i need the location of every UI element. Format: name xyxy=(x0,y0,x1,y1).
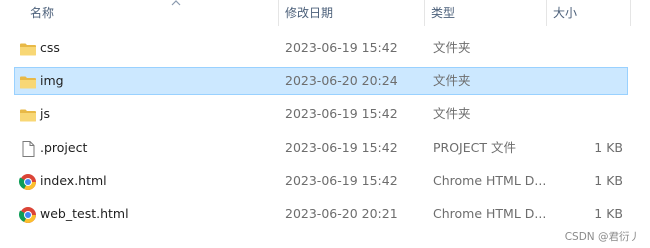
file-size: 1 KB xyxy=(594,173,623,188)
folder-icon xyxy=(19,73,37,91)
file-modified-date: 2023-06-19 15:42 xyxy=(285,173,398,188)
file-row[interactable]: img 2023-06-20 20:24 文件夹 xyxy=(14,67,628,95)
column-header-name-label: 名称 xyxy=(30,6,55,20)
sort-ascending-icon xyxy=(171,0,181,6)
file-modified-date: 2023-06-19 15:42 xyxy=(285,40,398,55)
chrome-icon xyxy=(18,206,37,224)
file-name: .project xyxy=(40,140,88,155)
file-row[interactable]: index.html 2023-06-19 15:42 Chrome HTML … xyxy=(14,167,628,195)
file-type: PROJECT 文件 xyxy=(433,140,516,155)
column-header-size-label: 大小 xyxy=(553,6,578,20)
file-row[interactable]: js 2023-06-19 15:42 文件夹 xyxy=(14,100,628,128)
folder-icon xyxy=(19,106,37,124)
file-type: 文件夹 xyxy=(433,106,471,121)
column-header-filler xyxy=(630,0,650,26)
file-name: img xyxy=(40,73,64,88)
column-header-size[interactable]: 大小 xyxy=(546,0,630,26)
file-name: web_test.html xyxy=(40,206,129,221)
file-size: 1 KB xyxy=(594,206,623,221)
file-name: index.html xyxy=(40,173,107,188)
file-modified-date: 2023-06-19 15:42 xyxy=(285,106,398,121)
file-name: js xyxy=(40,106,50,121)
file-type: Chrome HTML D... xyxy=(433,173,547,188)
folder-icon xyxy=(19,40,37,58)
file-type: 文件夹 xyxy=(433,40,471,55)
column-header-bar: 名称 修改日期 类型 大小 xyxy=(0,0,650,30)
file-size: 1 KB xyxy=(594,140,623,155)
file-modified-date: 2023-06-20 20:24 xyxy=(285,73,398,88)
file-type: Chrome HTML D... xyxy=(433,206,547,221)
file-row[interactable]: css 2023-06-19 15:42 文件夹 xyxy=(14,34,628,62)
file-name: css xyxy=(40,40,60,55)
column-header-type[interactable]: 类型 xyxy=(424,0,546,26)
watermark-text: CSDN @君衍丿 xyxy=(564,231,640,243)
file-modified-date: 2023-06-20 20:21 xyxy=(285,206,398,221)
file-row[interactable]: web_test.html 2023-06-20 20:21 Chrome HT… xyxy=(14,200,628,228)
chrome-icon xyxy=(18,173,37,191)
file-type: 文件夹 xyxy=(433,73,471,88)
file-explorer-list: 名称 修改日期 类型 大小 css 2023-06-19 15:42 文件夹 i… xyxy=(0,0,650,248)
column-header-date[interactable]: 修改日期 xyxy=(278,0,424,26)
file-row[interactable]: .project 2023-06-19 15:42 PROJECT 文件 1 K… xyxy=(14,134,628,162)
file-icon xyxy=(19,140,37,158)
column-header-date-label: 修改日期 xyxy=(285,6,334,20)
column-header-type-label: 类型 xyxy=(431,6,456,20)
file-modified-date: 2023-06-19 15:42 xyxy=(285,140,398,155)
column-header-name[interactable]: 名称 xyxy=(24,0,278,26)
